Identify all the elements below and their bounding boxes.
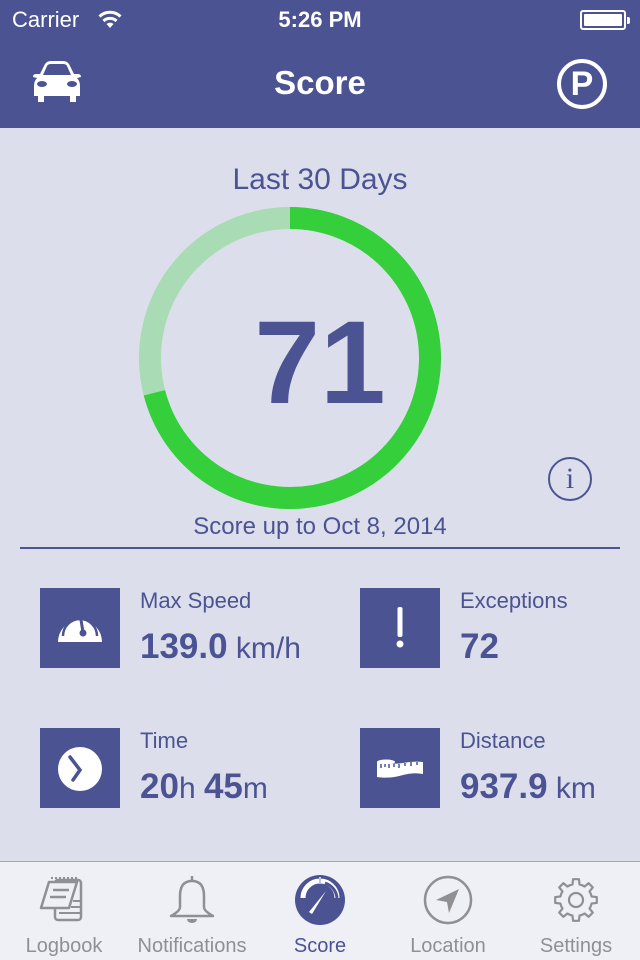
stat-value: 139.0 km/h — [140, 627, 301, 667]
score-date: Score up to Oct 8, 2014 — [193, 513, 447, 540]
tab-label: Settings — [539, 935, 613, 957]
bell-icon — [169, 876, 215, 923]
clock-tile — [40, 728, 120, 808]
logbook-icon — [39, 877, 83, 922]
stat-value: 937.9 km — [460, 767, 596, 807]
tab-label: Location — [410, 935, 486, 957]
tape-measure-icon — [377, 759, 423, 778]
tab-notifications[interactable]: Notifications — [128, 862, 256, 960]
stat-minutes: 45 — [203, 767, 243, 806]
tab-logbook[interactable]: Logbook — [0, 862, 128, 960]
stat-hours: 20 — [140, 767, 179, 806]
tape-measure-tile — [360, 728, 440, 808]
stat-value-number: 139.0 — [140, 627, 228, 666]
stat-value-number: 72 — [460, 627, 499, 666]
tab-location[interactable]: Location — [384, 862, 512, 960]
stat-label: Exceptions — [460, 588, 568, 613]
stat-max-speed: Max Speed 139.0 km/h — [30, 575, 320, 668]
tab-label: Logbook — [25, 935, 103, 957]
stat-value-number: 937.9 — [460, 767, 548, 806]
stat-value: 72 — [460, 627, 499, 667]
divider — [20, 547, 620, 549]
parking-button[interactable]: P — [557, 59, 607, 109]
stat-hours-unit: h — [178, 772, 204, 805]
speedometer-tile — [40, 588, 120, 668]
status-bar: Carrier 5:26 PM — [0, 0, 640, 40]
stat-value-unit: km — [547, 772, 596, 805]
exclamation-icon — [396, 607, 404, 648]
tab-bar: Logbook Notifications Score Location Set… — [0, 861, 640, 960]
stat-distance: Distance 937.9 km — [350, 715, 640, 808]
score-period: Last 30 Days — [232, 163, 408, 196]
page-title: Score — [274, 64, 366, 101]
score-value: 71 — [254, 297, 386, 429]
info-button[interactable]: i — [548, 457, 592, 501]
battery-icon — [580, 10, 630, 30]
tab-label: Notifications — [137, 935, 247, 957]
parking-icon: P — [570, 65, 594, 103]
tab-label: Score — [293, 935, 347, 957]
stat-label: Time — [140, 728, 189, 753]
stat-label: Max Speed — [140, 588, 252, 613]
tab-score[interactable]: Score — [256, 862, 384, 960]
stat-value-unit: km/h — [227, 632, 301, 665]
gauge-icon — [295, 875, 345, 925]
status-time: 5:26 PM — [278, 7, 362, 32]
gear-icon — [554, 878, 598, 922]
stat-label: Distance — [460, 728, 546, 753]
header: Carrier 5:26 PM Score P — [0, 0, 640, 128]
info-icon: i — [565, 462, 575, 495]
tab-settings[interactable]: Settings — [512, 862, 640, 960]
location-arrow-icon — [423, 875, 473, 925]
stat-minutes-unit: m — [242, 772, 268, 805]
stat-value: 20h 45m — [140, 767, 268, 807]
exclamation-tile — [360, 588, 440, 668]
clock-icon — [58, 747, 102, 791]
speedometer-icon — [58, 613, 102, 642]
stat-time: Time 20h 45m — [30, 715, 320, 808]
stat-exceptions: Exceptions 72 — [350, 575, 640, 668]
